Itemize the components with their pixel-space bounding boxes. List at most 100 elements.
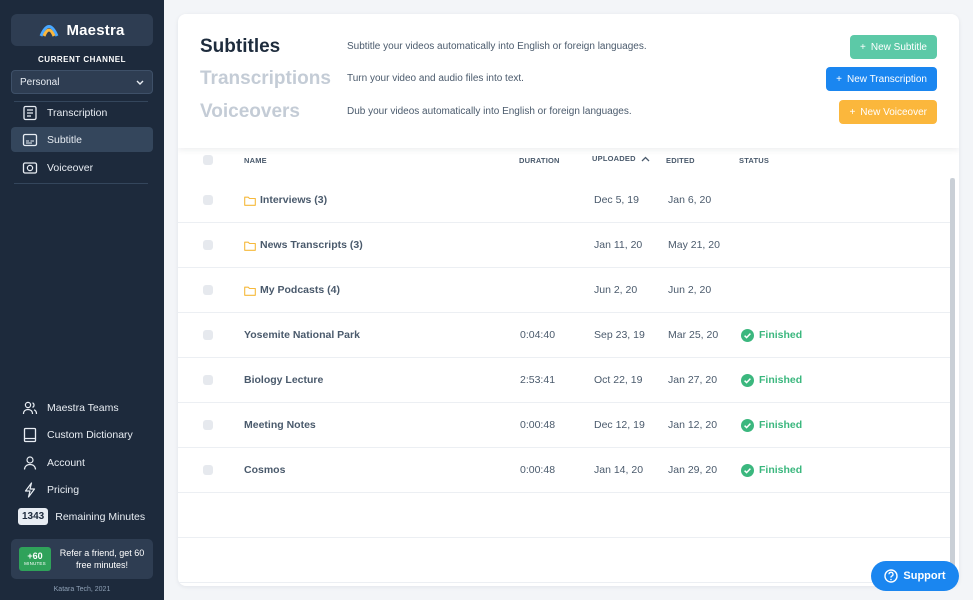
file-uploaded: Dec 12, 19 (594, 419, 645, 431)
table-row[interactable]: Meeting Notes 0:00:48 Dec 12, 19 Jan 12, 20… (178, 403, 950, 448)
table-row[interactable]: Interviews (3) Dec 5, 19 Jan 6, 20 (178, 178, 950, 223)
table-row[interactable] (178, 493, 950, 538)
current-channel-label: CURRENT CHANNEL (38, 55, 126, 64)
scrollbar[interactable] (950, 178, 955, 586)
tab-subtitles[interactable]: Subtitles (200, 32, 280, 62)
sidebar-item-account[interactable]: Account (11, 450, 153, 475)
file-edited: Jan 29, 20 (668, 464, 718, 476)
sidebar-item-label: Voiceover (47, 161, 94, 174)
product-header: Subtitles Subtitle your videos automatic… (178, 14, 959, 148)
column-uploaded[interactable]: UPLOADED (592, 154, 650, 163)
support-button[interactable]: Support (871, 561, 959, 591)
file-table: Interviews (3) Dec 5, 19 Jan 6, 20 News Tra… (178, 178, 950, 583)
sidebar-item-pricing[interactable]: Pricing (11, 477, 153, 502)
tab-voiceovers[interactable]: Voiceovers (200, 97, 300, 127)
table-row[interactable]: Cosmos 0:00:48 Jan 14, 20 Jan 29, 20 Finishe… (178, 448, 950, 493)
refer-friend-banner[interactable]: +60 MINUTES Refer a friend, get 60 free … (11, 539, 153, 579)
table-row[interactable]: Biology Lecture 2:53:41 Oct 22, 19 Jan 27, … (178, 358, 950, 403)
row-checkbox[interactable] (203, 195, 213, 205)
file-edited: Jan 6, 20 (668, 194, 712, 206)
file-duration: 0:00:48 (520, 464, 556, 476)
chevron-down-icon (136, 80, 144, 85)
file-uploaded: Oct 22, 19 (594, 374, 643, 386)
folder-icon (244, 286, 256, 296)
product-description: Subtitle your videos automatically into … (347, 41, 647, 52)
column-name[interactable]: NAME (244, 156, 267, 165)
file-name[interactable]: My Podcasts (4) (244, 268, 340, 313)
column-duration[interactable]: DURATION (519, 156, 560, 165)
minutes-label: Remaining Minutes (55, 510, 146, 523)
new-subtitle-button[interactable]: + New Subtitle (850, 35, 937, 59)
maestra-logo-icon (40, 25, 59, 37)
channel-select[interactable]: Personal (11, 70, 153, 94)
table-row[interactable]: News Transcripts (3) Jan 11, 20 May 21, 20 (178, 223, 950, 268)
question-icon (884, 569, 899, 583)
remaining-minutes: 1343 Remaining Minutes (18, 508, 145, 525)
select-all-checkbox[interactable] (203, 155, 213, 165)
row-checkbox[interactable] (203, 240, 213, 250)
column-edited[interactable]: EDITED (666, 156, 695, 165)
sidebar-item-label: Subtitle (47, 133, 83, 146)
channel-value: Personal (20, 76, 60, 88)
file-edited: Jan 27, 20 (668, 374, 718, 386)
table-row[interactable] (178, 538, 950, 583)
product-row-voiceovers: Voiceovers Dub your videos automatically… (178, 97, 959, 127)
status-badge: Finished (741, 313, 802, 358)
row-checkbox[interactable] (203, 465, 213, 475)
status-badge: Finished (741, 403, 802, 448)
file-uploaded: Sep 23, 19 (594, 329, 645, 341)
lightning-icon (24, 481, 36, 498)
file-edited: Jun 2, 20 (668, 284, 712, 296)
row-checkbox[interactable] (203, 375, 213, 385)
sidebar-item-subtitle[interactable]: Subtitle (11, 127, 153, 152)
file-name[interactable]: News Transcripts (3) (244, 223, 363, 268)
check-circle-icon (741, 374, 754, 387)
row-checkbox[interactable] (203, 330, 213, 340)
sidebar-item-maestra-teams[interactable]: Maestra Teams (11, 395, 153, 420)
row-checkbox[interactable] (203, 285, 213, 295)
refer-text: Refer a friend, get 60 free minutes! (59, 548, 145, 570)
folder-icon (244, 241, 256, 251)
file-name[interactable]: Interviews (3) (244, 178, 327, 223)
sidebar-item-custom-dictionary[interactable]: Custom Dictionary (11, 422, 153, 447)
file-uploaded: Jan 11, 20 (594, 239, 643, 251)
file-edited: Mar 25, 20 (668, 329, 719, 341)
plus-icon: + (849, 106, 856, 118)
file-name[interactable]: Biology Lecture (244, 358, 323, 403)
minutes-badge-icon: +60 MINUTES (19, 547, 51, 571)
sidebar-item-voiceover[interactable]: Voiceover (11, 155, 153, 180)
check-circle-icon (741, 329, 754, 342)
column-status[interactable]: STATUS (739, 156, 769, 165)
minutes-count: 1343 (18, 508, 49, 525)
file-uploaded: Dec 5, 19 (594, 194, 639, 206)
brand[interactable]: Maestra (11, 14, 153, 46)
product-row-subtitles: Subtitles Subtitle your videos automatic… (178, 32, 959, 62)
product-description: Turn your video and audio files into tex… (347, 73, 524, 84)
sidebar-item-transcription[interactable]: Transcription (11, 100, 153, 125)
brand-name: Maestra (66, 21, 125, 39)
main-panel: Subtitles Subtitle your videos automatic… (178, 14, 959, 586)
book-icon (23, 427, 37, 442)
users-icon (22, 401, 38, 414)
file-name[interactable]: Yosemite National Park (244, 313, 360, 358)
table-row[interactable]: My Podcasts (4) Jun 2, 20 Jun 2, 20 (178, 268, 950, 313)
new-transcription-button[interactable]: + New Transcription (826, 67, 937, 91)
file-duration: 2:53:41 (520, 374, 556, 386)
file-name[interactable]: Cosmos (244, 448, 285, 493)
sidebar-divider (14, 183, 148, 184)
folder-icon (244, 196, 256, 206)
table-row[interactable]: Yosemite National Park 0:04:40 Sep 23, 19 M… (178, 313, 950, 358)
sidebar-item-label: Maestra Teams (47, 401, 119, 414)
row-checkbox[interactable] (203, 420, 213, 430)
scrollbar-thumb[interactable] (950, 178, 955, 578)
file-uploaded: Jun 2, 20 (594, 284, 638, 296)
camera-icon (22, 161, 38, 174)
tab-transcriptions[interactable]: Transcriptions (200, 64, 331, 94)
new-voiceover-button[interactable]: + New Voiceover (839, 100, 937, 124)
file-edited: Jan 12, 20 (668, 419, 718, 431)
file-duration: 0:04:40 (520, 329, 556, 341)
file-name[interactable]: Meeting Notes (244, 403, 316, 448)
check-circle-icon (741, 419, 754, 432)
status-badge: Finished (741, 448, 802, 493)
user-icon (23, 455, 37, 470)
